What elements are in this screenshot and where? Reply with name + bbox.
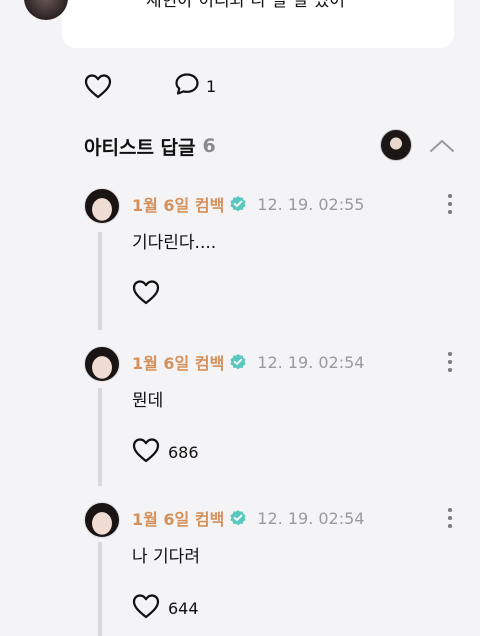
artist-replies-count: 6 [202, 135, 216, 157]
vertical-dots-icon[interactable] [440, 504, 460, 532]
artist-reply: 1월 6일 컴백 12. 19. 02:54 뭔데 686 [84, 346, 464, 476]
verified-badge-icon [229, 353, 247, 371]
heart-icon [132, 279, 160, 309]
vertical-dots-icon[interactable] [440, 190, 460, 218]
reply-header: 1월 6일 컴백 12. 19. 02:55 [132, 192, 364, 216]
artist-reply: 1월 6일 컴백 12. 19. 02:54 나 기다려 644 [84, 502, 464, 632]
reply-button[interactable]: 1 [174, 72, 216, 100]
heart-icon[interactable] [84, 72, 112, 100]
artist-avatar [380, 129, 412, 161]
reply-header: 1월 6일 컴백 12. 19. 02:54 [132, 350, 364, 374]
reply-count: 1 [206, 76, 217, 96]
like-button[interactable]: 686 [132, 438, 199, 466]
reply-text: 뭔데 [132, 391, 164, 411]
like-count: 686 [168, 442, 199, 462]
artist-replies-title: 아티스트 답글 [84, 136, 196, 159]
like-button[interactable]: 644 [132, 594, 199, 622]
artist-reply: 1월 6일 컴백 12. 19. 02:55 기다린다.... [84, 188, 464, 318]
speech-bubble-icon [174, 72, 200, 100]
verified-badge-icon [229, 509, 247, 527]
like-button[interactable] [132, 280, 168, 308]
artist-name[interactable]: 1월 6일 컴백 [132, 350, 224, 374]
reply-text: 기다린다.... [132, 233, 217, 253]
vertical-dots-icon[interactable] [440, 348, 460, 376]
heart-icon [132, 437, 160, 467]
reply-text: 나 기다려 [132, 547, 200, 567]
like-count: 644 [168, 598, 199, 618]
comment-text: 재현아 이리와 나 할 말 있어 [146, 0, 346, 11]
artist-name[interactable]: 1월 6일 컴백 [132, 192, 224, 216]
heart-icon [132, 593, 160, 623]
avatar[interactable] [84, 346, 120, 382]
timestamp: 12. 19. 02:54 [257, 352, 365, 372]
chevron-up-icon[interactable] [428, 132, 456, 160]
comment-actions: 1 [84, 70, 216, 102]
timestamp: 12. 19. 02:55 [257, 194, 365, 214]
avatar[interactable] [84, 502, 120, 538]
comment-card: 재현아 이리와 나 할 말 있어 [62, 0, 454, 48]
avatar[interactable] [84, 188, 120, 224]
timestamp: 12. 19. 02:54 [257, 508, 365, 528]
verified-badge-icon [229, 195, 247, 213]
artist-name[interactable]: 1월 6일 컴백 [132, 506, 224, 530]
artist-replies-header: 아티스트 답글 6 [84, 128, 462, 164]
reply-header: 1월 6일 컴백 12. 19. 02:54 [132, 506, 364, 530]
